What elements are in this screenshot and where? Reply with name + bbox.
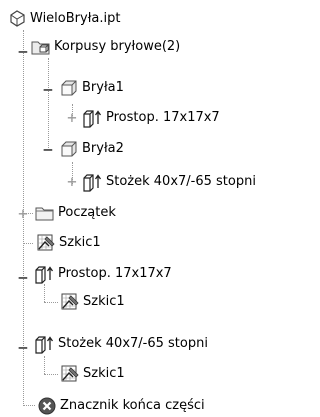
tree-node-szkic-c[interactable]: Szkic1	[59, 363, 125, 385]
sketch-icon	[59, 292, 81, 312]
extrude-icon	[82, 108, 104, 128]
extrude-icon	[82, 172, 104, 192]
tree-line	[44, 302, 58, 303]
collapse-icon[interactable]: −	[17, 270, 29, 286]
tree-line	[44, 374, 58, 375]
sketch-icon	[59, 364, 81, 384]
tree-node-prostop[interactable]: Prostop. 17x17x7	[34, 263, 172, 285]
tree-node-label: Korpusy bryłowe(2)	[54, 39, 181, 54]
tree-node-label: Szkic1	[83, 366, 125, 381]
tree-line	[23, 405, 35, 406]
sketch-icon	[35, 233, 57, 253]
part-file-icon	[6, 9, 28, 29]
tree-node-label: Stożek 40x7/-65 stopni	[58, 336, 208, 351]
tree-node-end-of-part[interactable]: Znacznik końca części	[36, 395, 205, 417]
tree-node-poczatek[interactable]: Początek	[34, 202, 116, 224]
tree-node-korpusy[interactable]: Korpusy bryłowe(2)	[30, 36, 180, 58]
tree-line	[44, 356, 45, 374]
collapse-icon[interactable]: −	[17, 44, 29, 60]
tree-node-label: Prostop. 17x17x7	[58, 266, 172, 281]
tree-line	[44, 284, 45, 302]
expand-icon[interactable]: +	[17, 206, 29, 222]
tree-node-bryla2[interactable]: Bryła2	[58, 138, 124, 160]
tree-node-prostop-body[interactable]: Prostop. 17x17x7	[82, 107, 220, 129]
expand-icon[interactable]: +	[66, 174, 78, 190]
tree-node-stozek-body[interactable]: Stożek 40x7/-65 stopni	[82, 171, 256, 193]
tree-node-label: Prostop. 17x17x7	[106, 110, 220, 125]
tree-node-label: Bryła1	[82, 80, 124, 95]
tree-line	[48, 58, 49, 150]
tree-node-szkic-b[interactable]: Szkic1	[59, 291, 125, 313]
tree-line	[23, 243, 33, 244]
tree-node-label: Szkic1	[83, 294, 125, 309]
collapse-icon[interactable]: −	[17, 340, 29, 356]
tree-node-bryla1[interactable]: Bryła1	[58, 77, 124, 99]
tree-node-label: Bryła2	[82, 141, 124, 156]
tree-node-stozek[interactable]: Stożek 40x7/-65 stopni	[34, 333, 208, 355]
end-of-part-icon	[36, 396, 58, 416]
model-browser-tree: WieloBryła.ipt − Korpusy bryłowe(2) − Br…	[0, 0, 300, 416]
extrude-icon	[34, 334, 56, 354]
tree-node-root[interactable]: WieloBryła.ipt	[6, 8, 120, 30]
tree-node-label: Początek	[58, 205, 116, 220]
solid-body-icon	[58, 139, 80, 159]
solid-body-icon	[58, 78, 80, 98]
extrude-icon	[34, 264, 56, 284]
tree-node-label: Szkic1	[59, 235, 101, 250]
origin-folder-icon	[34, 203, 56, 223]
tree-node-szkic-a[interactable]: Szkic1	[35, 232, 101, 254]
collapse-icon[interactable]: −	[42, 82, 54, 98]
solid-bodies-folder-icon	[30, 37, 52, 57]
collapse-icon[interactable]: −	[42, 142, 54, 158]
expand-icon[interactable]: +	[66, 110, 78, 126]
tree-node-label: WieloBryła.ipt	[30, 11, 121, 26]
tree-node-label: Stożek 40x7/-65 stopni	[106, 174, 256, 189]
tree-node-label: Znacznik końca części	[60, 398, 205, 413]
